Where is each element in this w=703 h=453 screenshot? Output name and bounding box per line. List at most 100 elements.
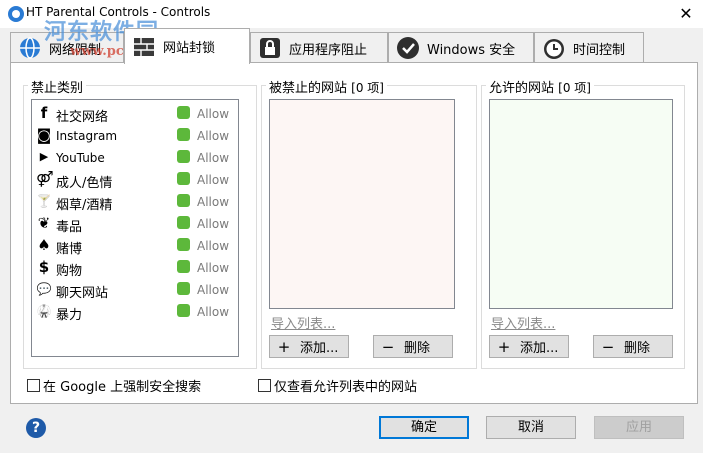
firewall-icon: [134, 37, 154, 56]
category-name: 社交网络: [56, 110, 109, 125]
fighter-icon: 🥋: [36, 304, 52, 318]
chat-icon: 💬: [36, 282, 52, 296]
allowed-sites-list[interactable]: [489, 99, 673, 309]
list-item-violence[interactable]: 🥋 暴力 Allow: [32, 301, 238, 323]
blocked-add-button[interactable]: + 添加...: [269, 335, 349, 358]
check-icon: [177, 216, 190, 229]
category-status[interactable]: Allow: [197, 195, 229, 209]
list-item-instagram[interactable]: ◙ Instagram Allow: [32, 125, 238, 147]
check-icon: [177, 260, 190, 273]
category-group-title: 禁止类别: [28, 77, 87, 96]
category-status[interactable]: Allow: [197, 151, 229, 165]
tab-website-block[interactable]: 网站封锁: [124, 28, 250, 64]
blocked-sites-count: [0 项]: [351, 81, 384, 95]
category-name: YouTube: [56, 151, 105, 165]
tab-label: 网站封锁: [163, 41, 216, 56]
list-item-drugs[interactable]: ❦ 毒品 Allow: [32, 213, 238, 235]
tab-panel-website-block: 禁止类别 f 社交网络 Allow ◙ Instagram Allow ▶ Yo…: [10, 62, 698, 404]
lock-icon: [260, 38, 280, 58]
tab-app-block[interactable]: 应用程序阻止: [250, 32, 388, 63]
check-icon: [177, 128, 190, 141]
list-item-tobacco-alcohol[interactable]: 🍸 烟草/酒精 Allow: [32, 191, 238, 213]
category-name: 成人/色情: [56, 176, 113, 191]
allowed-import-link[interactable]: 导入列表...: [491, 313, 555, 332]
tab-time-control[interactable]: 时间控制: [534, 32, 644, 63]
plus-icon: +: [497, 337, 511, 356]
list-item-adult[interactable]: ⚤ 成人/色情 Allow: [32, 169, 238, 191]
allowlist-only-checkbox[interactable]: 仅查看允许列表中的网站: [258, 376, 417, 395]
apply-button[interactable]: 应用: [594, 416, 684, 439]
instagram-icon: ◙: [36, 126, 52, 144]
facebook-icon: f: [40, 104, 48, 122]
check-icon: [177, 172, 190, 185]
list-item-shopping[interactable]: $ 购物 Allow: [32, 257, 238, 279]
button-label: 添加...: [520, 341, 559, 356]
dollar-icon: $: [38, 258, 50, 276]
category-status[interactable]: Allow: [197, 129, 229, 143]
category-name: 毒品: [56, 220, 83, 235]
allowed-sites-title-text: 允许的网站: [489, 81, 555, 96]
tab-windows-security[interactable]: Windows 安全: [388, 32, 534, 63]
minus-icon: −: [601, 337, 615, 356]
checkbox-label: 在 Google 上强制安全搜索: [43, 380, 202, 395]
minus-icon: −: [381, 337, 395, 356]
category-status[interactable]: Allow: [197, 283, 229, 297]
blocked-delete-button[interactable]: − 删除: [373, 335, 453, 358]
button-label: 删除: [624, 341, 651, 356]
app-icon: [8, 6, 24, 22]
checkbox-box[interactable]: [27, 379, 40, 392]
category-status[interactable]: Allow: [197, 239, 229, 253]
plus-icon: +: [277, 337, 291, 356]
category-name: Instagram: [56, 129, 118, 143]
category-name: 赌博: [56, 242, 83, 257]
tab-label: 应用程序阻止: [289, 42, 368, 58]
youtube-icon: ▶: [39, 150, 49, 163]
leaf-icon: ❦: [37, 214, 51, 232]
category-status[interactable]: Allow: [197, 173, 229, 187]
allowed-delete-button[interactable]: − 删除: [593, 335, 673, 358]
category-name: 烟草/酒精: [56, 198, 113, 213]
clock-icon: [544, 39, 564, 59]
cancel-button[interactable]: 取消: [486, 416, 576, 439]
blocked-import-link[interactable]: 导入列表...: [271, 313, 335, 332]
category-status[interactable]: Allow: [197, 261, 229, 275]
check-icon: [177, 238, 190, 251]
category-status[interactable]: Allow: [197, 107, 229, 121]
check-icon: [177, 150, 190, 163]
category-name: 暴力: [56, 308, 83, 323]
shield-check-icon: [397, 37, 419, 59]
category-name: 聊天网站: [56, 286, 109, 301]
blocked-sites-title: 被禁止的网站 [0 项]: [266, 77, 387, 96]
allowed-sites-count: [0 项]: [558, 81, 591, 95]
adult-icon: ⚤: [36, 170, 54, 188]
list-item-chat[interactable]: 💬 聊天网站 Allow: [32, 279, 238, 301]
help-icon[interactable]: ?: [26, 418, 46, 438]
tab-label: 时间控制: [573, 42, 626, 58]
category-list[interactable]: f 社交网络 Allow ◙ Instagram Allow ▶ YouTube…: [31, 99, 239, 357]
check-icon: [177, 282, 190, 295]
globe-icon: [20, 37, 40, 59]
button-label: 删除: [404, 341, 431, 356]
cocktail-icon: 🍸: [36, 194, 52, 208]
category-status[interactable]: Allow: [197, 305, 229, 319]
blocked-sites-title-text: 被禁止的网站: [269, 81, 348, 96]
checkbox-label: 仅查看允许列表中的网站: [274, 380, 418, 395]
allowed-add-button[interactable]: + 添加...: [489, 335, 569, 358]
category-status[interactable]: Allow: [197, 217, 229, 231]
safe-search-checkbox[interactable]: 在 Google 上强制安全搜索: [27, 376, 201, 395]
checkbox-box[interactable]: [258, 379, 271, 392]
list-item-gambling[interactable]: ♠ 赌博 Allow: [32, 235, 238, 257]
category-name: 购物: [56, 264, 83, 279]
blocked-sites-list[interactable]: [269, 99, 455, 309]
close-button[interactable]: ✕: [669, 0, 703, 28]
tab-label: Windows 安全: [427, 42, 516, 58]
spade-icon: ♠: [37, 236, 51, 254]
check-icon: [177, 194, 190, 207]
allowed-sites-title: 允许的网站 [0 项]: [486, 77, 594, 96]
check-icon: [177, 304, 190, 317]
check-icon: [177, 106, 190, 119]
ok-button[interactable]: 确定: [379, 416, 469, 439]
button-label: 添加...: [300, 341, 339, 356]
list-item-social[interactable]: f 社交网络 Allow: [32, 103, 238, 125]
list-item-youtube[interactable]: ▶ YouTube Allow: [32, 147, 238, 169]
